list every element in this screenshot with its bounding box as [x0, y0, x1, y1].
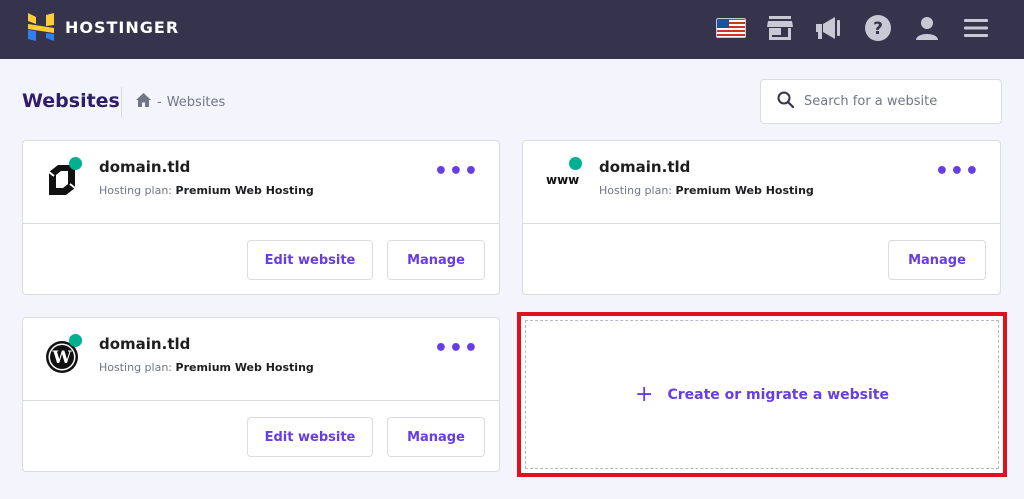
- hosting-plan: Hosting plan: Premium Web Hosting: [99, 184, 314, 197]
- manage-button[interactable]: Manage: [387, 240, 485, 280]
- page-title: Websites: [22, 90, 120, 112]
- breadcrumb-current: Websites: [166, 94, 226, 110]
- wordpress-icon: W: [45, 334, 82, 374]
- hostinger-logo-icon: [28, 13, 54, 41]
- plus-icon: +: [635, 382, 654, 407]
- hosting-plan: Hosting plan: Premium Web Hosting: [599, 184, 814, 197]
- hostinger-logo[interactable]: HOSTINGER: [28, 13, 179, 41]
- manage-button[interactable]: Manage: [387, 417, 485, 457]
- website-domain[interactable]: domain.tld: [99, 335, 190, 353]
- edit-website-button[interactable]: Edit website: [247, 240, 373, 280]
- website-card-header: domain.tld Hosting plan: Premium Web Hos…: [23, 141, 499, 224]
- more-options-icon[interactable]: •••: [434, 338, 479, 360]
- manage-button[interactable]: Manage: [888, 240, 986, 280]
- megaphone-icon[interactable]: [813, 12, 845, 44]
- help-icon[interactable]: ?: [862, 12, 894, 44]
- search-input[interactable]: [804, 94, 984, 109]
- us-flag-icon[interactable]: [715, 12, 747, 44]
- custom-logo-icon: [45, 157, 82, 197]
- website-domain[interactable]: domain.tld: [599, 158, 690, 176]
- top-navigation-bar: HOSTINGER ?: [0, 0, 1024, 59]
- more-options-icon[interactable]: •••: [935, 161, 980, 183]
- home-icon[interactable]: [136, 93, 151, 111]
- search-icon: [777, 91, 795, 112]
- breadcrumb: - Websites: [136, 93, 225, 111]
- status-online-dot: [69, 334, 82, 347]
- website-card: domain.tld Hosting plan: Premium Web Hos…: [22, 140, 500, 295]
- edit-website-button[interactable]: Edit website: [247, 417, 373, 457]
- create-website-card[interactable]: + Create or migrate a website: [517, 312, 1007, 477]
- status-online-dot: [569, 157, 582, 170]
- website-card: www domain.tld Hosting plan: Premium Web…: [522, 140, 1001, 295]
- hosting-plan: Hosting plan: Premium Web Hosting: [99, 361, 314, 374]
- title-divider: [121, 87, 122, 117]
- create-website-button[interactable]: + Create or migrate a website: [635, 382, 889, 407]
- store-icon[interactable]: [764, 12, 796, 44]
- website-domain[interactable]: domain.tld: [99, 158, 190, 176]
- brand-name: HOSTINGER: [65, 17, 180, 37]
- website-card: W domain.tld Hosting plan: Premium Web H…: [22, 317, 500, 472]
- www-icon: www: [545, 157, 582, 197]
- status-online-dot: [69, 157, 82, 170]
- svg-text:W: W: [51, 348, 72, 368]
- www-icon-text: www: [546, 173, 580, 187]
- user-icon[interactable]: [911, 12, 943, 44]
- menu-icon[interactable]: [960, 12, 992, 44]
- create-website-label: Create or migrate a website: [667, 386, 889, 403]
- website-card-header: www domain.tld Hosting plan: Premium Web…: [523, 141, 1000, 224]
- breadcrumb-separator: -: [157, 94, 162, 110]
- more-options-icon[interactable]: •••: [434, 161, 479, 183]
- website-card-header: W domain.tld Hosting plan: Premium Web H…: [23, 318, 499, 401]
- search-box: [760, 79, 1002, 124]
- svg-text:?: ?: [873, 19, 883, 39]
